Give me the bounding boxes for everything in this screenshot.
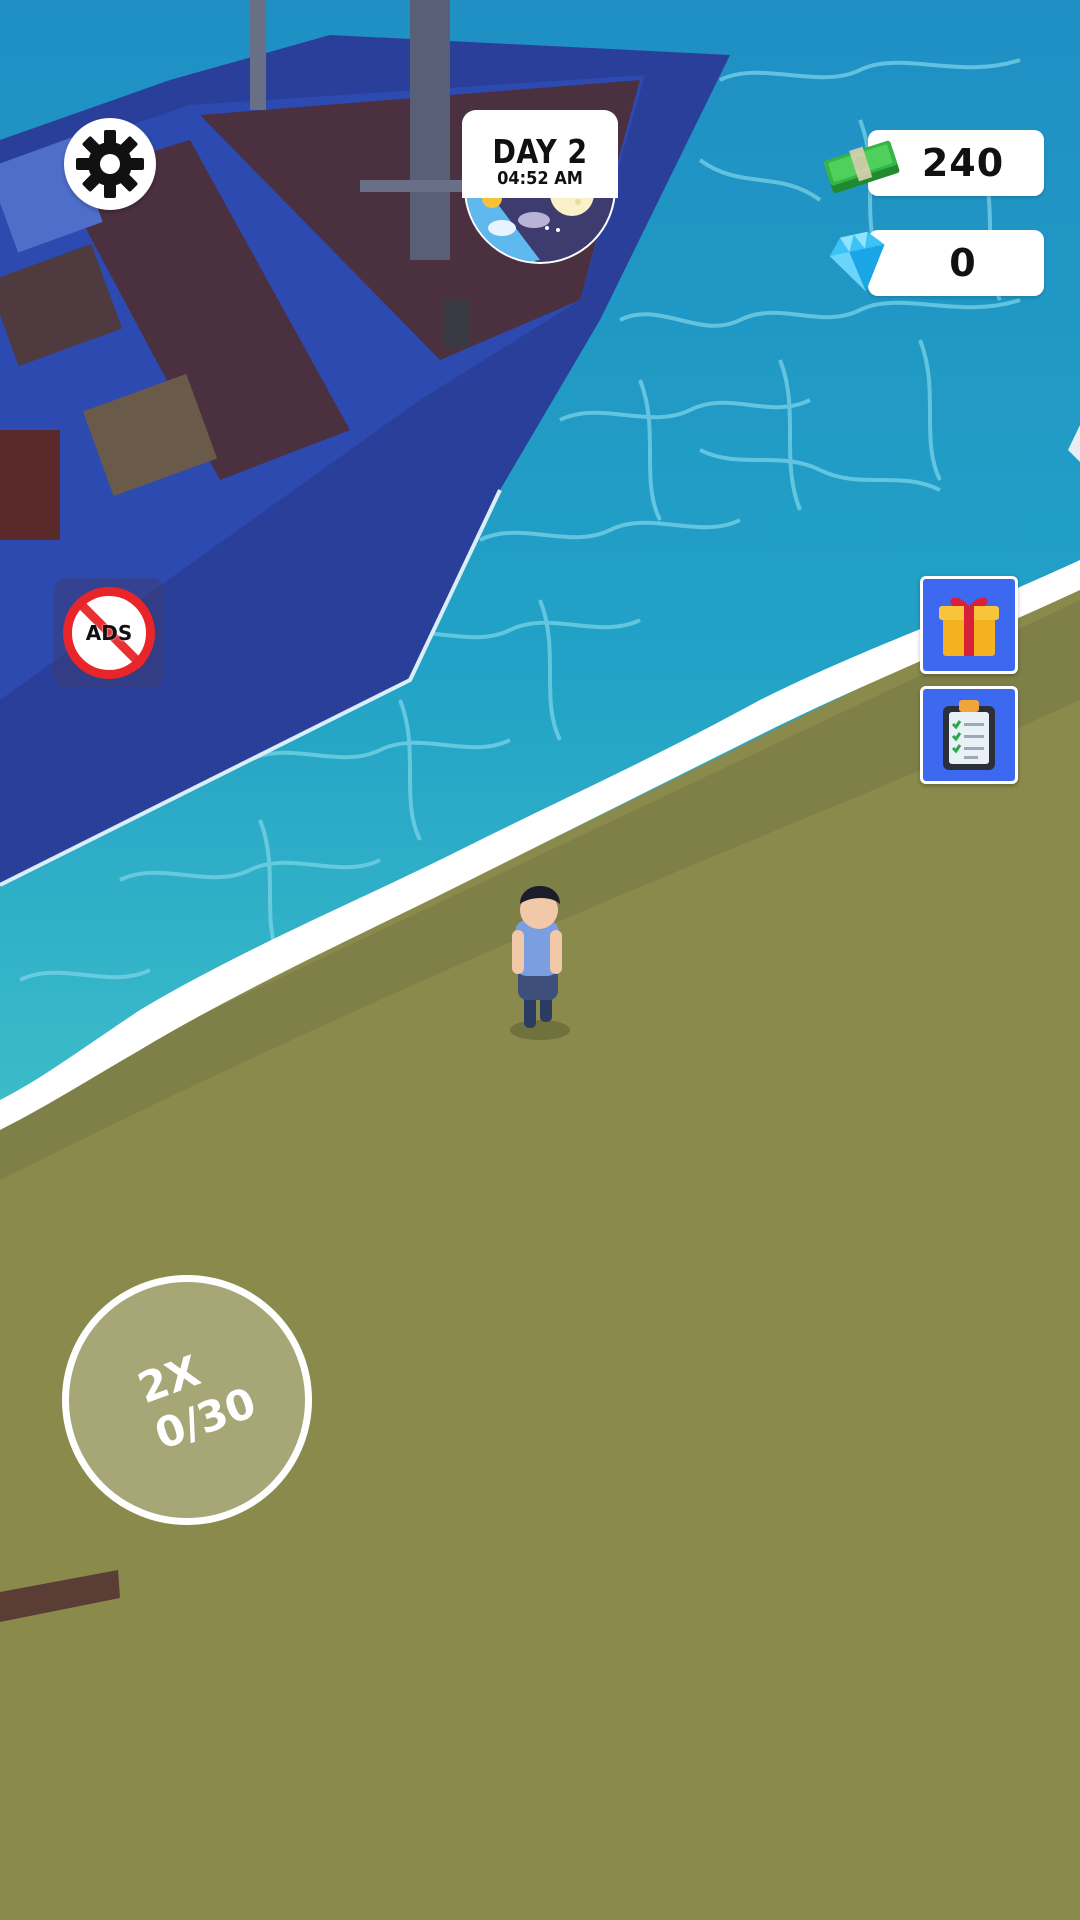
- diamond-icon: [829, 231, 885, 292]
- crane-base: [444, 300, 470, 348]
- gift-button[interactable]: [920, 576, 1018, 674]
- cargo-crate: [0, 430, 60, 540]
- day-clock: DAY 2 04:52 AM: [462, 110, 618, 266]
- boost-zone[interactable]: 2X 0/30: [62, 1275, 312, 1525]
- settings-button[interactable]: [64, 118, 156, 210]
- gear-icon: [76, 130, 144, 198]
- crane-mast: [410, 0, 450, 260]
- gem-amount: 0: [949, 241, 977, 285]
- gift-icon: [939, 597, 999, 656]
- cash-amount: 240: [921, 141, 1005, 185]
- clock-time: 04:52 AM: [497, 168, 583, 189]
- tasks-button[interactable]: [920, 686, 1018, 784]
- clipboard-icon: [943, 700, 995, 770]
- no-ads-icon: ADS: [63, 587, 155, 679]
- cash-icon: [823, 140, 900, 194]
- day-label-panel: DAY 2 04:52 AM: [462, 110, 618, 198]
- crane-mast: [250, 0, 266, 110]
- remove-ads-button[interactable]: ADS: [54, 578, 164, 688]
- day-counter: DAY 2: [492, 132, 588, 171]
- no-ads-label: ADS: [85, 621, 133, 645]
